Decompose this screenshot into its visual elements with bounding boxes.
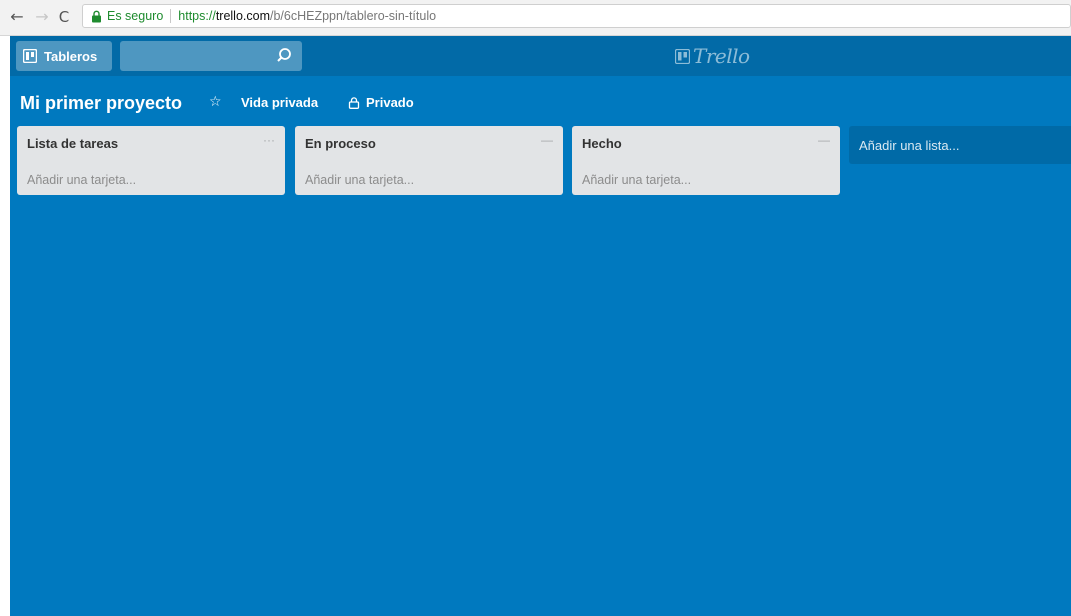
- url-host: trello.com: [215, 9, 270, 23]
- list-title[interactable]: Lista de tareas: [27, 136, 118, 151]
- browser-toolbar: ← → C Es seguro https:// trello.com /b/6…: [0, 0, 1071, 36]
- boards-button[interactable]: Tableros: [16, 41, 112, 71]
- search-input[interactable]: [120, 41, 302, 71]
- url-scheme: https://: [178, 9, 216, 23]
- app-header: Tableros Trello: [10, 36, 1071, 76]
- lock-icon: [348, 96, 360, 109]
- privacy-button[interactable]: Privado: [348, 95, 414, 110]
- trello-logo[interactable]: Trello: [675, 44, 750, 68]
- boards-icon: [23, 49, 37, 63]
- list-menu-icon[interactable]: —: [541, 133, 553, 147]
- boards-label: Tableros: [44, 48, 98, 64]
- list-en-proceso: En proceso — Añadir una tarjeta...: [295, 126, 563, 195]
- list-title[interactable]: En proceso: [305, 136, 376, 151]
- board-title[interactable]: Mi primer proyecto: [20, 93, 182, 114]
- trello-app: Tableros Trello Mi primer proyecto ☆ Vid…: [10, 36, 1071, 616]
- reload-icon[interactable]: C: [54, 6, 74, 28]
- secure-label: Es seguro: [107, 9, 164, 23]
- address-separator: [170, 9, 172, 23]
- lock-icon: [92, 10, 101, 22]
- board-canvas: Lista de tareas ··· Añadir una tarjeta..…: [10, 126, 1071, 616]
- list-hecho: Hecho — Añadir una tarjeta...: [572, 126, 840, 195]
- list-menu-icon[interactable]: —: [818, 133, 830, 147]
- trello-logo-text: Trello: [693, 44, 750, 68]
- star-icon[interactable]: ☆: [209, 94, 222, 110]
- privacy-label: Privado: [366, 95, 414, 110]
- address-bar[interactable]: Es seguro https:// trello.com /b/6cHEZpp…: [82, 4, 1071, 28]
- list-lista-de-tareas: Lista de tareas ··· Añadir una tarjeta..…: [17, 126, 285, 195]
- list-title[interactable]: Hecho: [582, 136, 622, 151]
- add-card-link[interactable]: Añadir una tarjeta...: [27, 173, 136, 187]
- list-menu-icon[interactable]: ···: [263, 133, 275, 147]
- board-header: Mi primer proyecto ☆ Vida privada Privad…: [10, 76, 1071, 126]
- forward-icon[interactable]: →: [32, 6, 52, 28]
- back-icon[interactable]: ←: [7, 6, 27, 28]
- url-path: /b/6cHEZppn/tablero-sin-título: [270, 9, 437, 23]
- add-card-link[interactable]: Añadir una tarjeta...: [305, 173, 414, 187]
- trello-logo-icon: [675, 48, 690, 64]
- search-icon[interactable]: [276, 47, 292, 63]
- add-card-link[interactable]: Añadir una tarjeta...: [582, 173, 691, 187]
- board-team-button[interactable]: Vida privada: [241, 95, 318, 110]
- add-list-button[interactable]: Añadir una lista...: [849, 126, 1071, 164]
